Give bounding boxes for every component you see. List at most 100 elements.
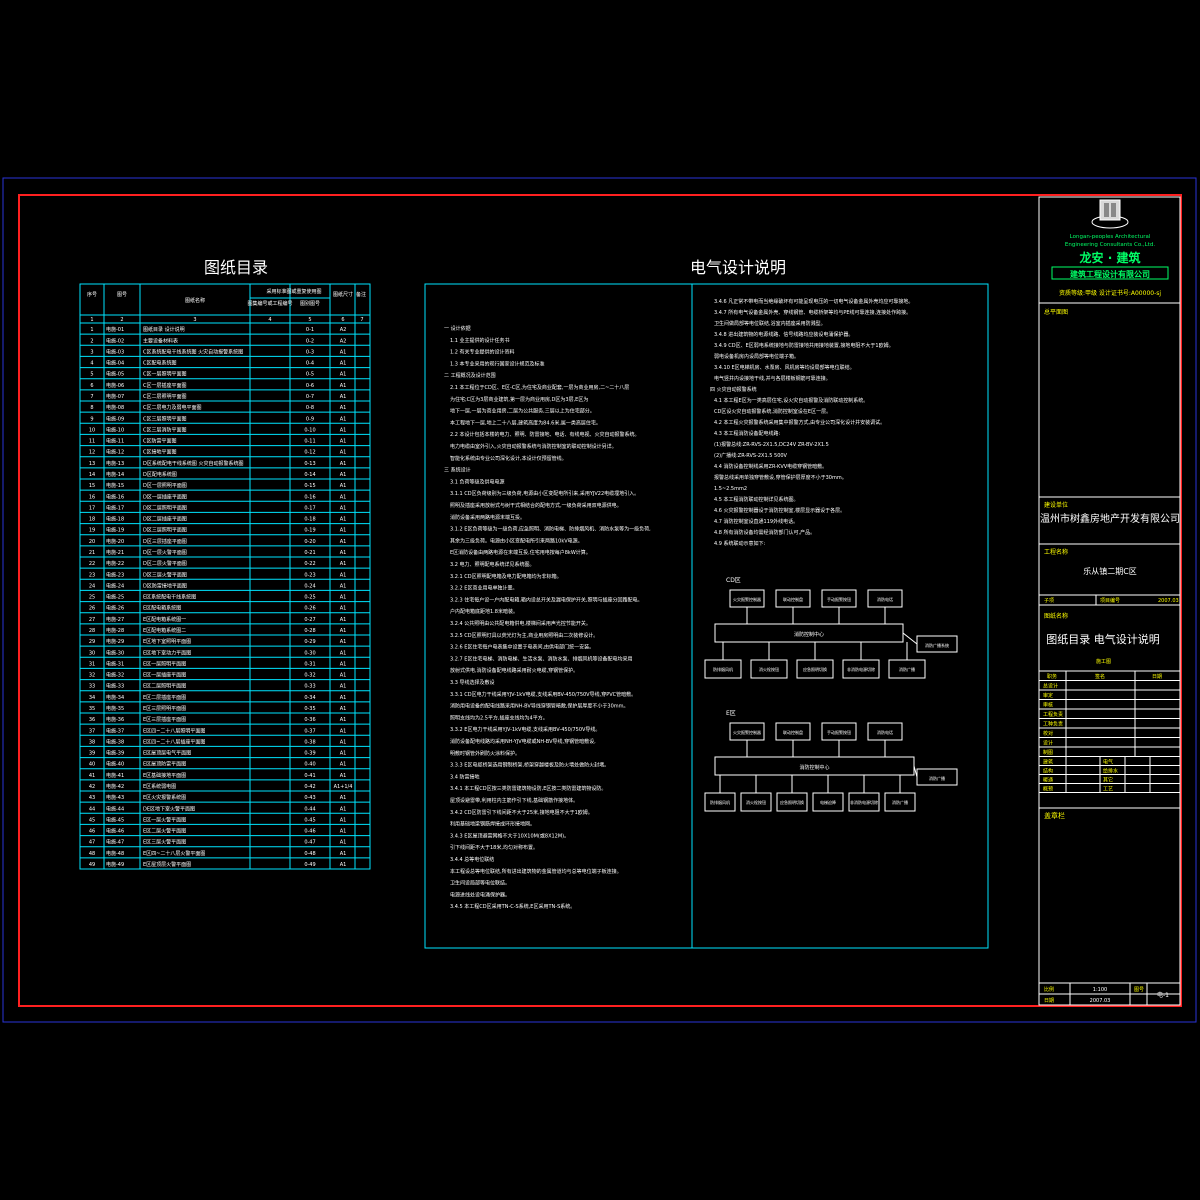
row-seq: 9 xyxy=(90,416,93,422)
spec-paragraph: 3.4.2 CD区防雷引下线间距不大于25米,接地电阻不大于1欧姆。 xyxy=(450,809,593,816)
row-name: D区二层照明平面图 xyxy=(143,505,187,511)
diagram-box-label: 消防广播 xyxy=(892,799,908,805)
row-ref: 0-15 xyxy=(304,483,315,489)
client-name: 温州市树鑫房地产开发有限公司 xyxy=(1040,512,1180,525)
catalog-index-cell: 6 xyxy=(341,317,344,323)
spec-paragraph: 4.4 消防设备控制线采用ZR-KVV电缆穿钢管暗敷。 xyxy=(714,463,827,470)
row-seq: 1 xyxy=(90,327,93,333)
row-ref: 0-28 xyxy=(304,628,315,634)
row-drawing-no: 电施-10 xyxy=(106,426,124,433)
row-name: E区二层插座平面图 xyxy=(143,694,186,701)
row-drawing-no: 电施-02 xyxy=(106,337,124,344)
row-size: A1 xyxy=(340,427,347,433)
row-name: E区地下室动力平面图 xyxy=(143,649,191,656)
row-name: E区三层照明平面图 xyxy=(143,706,186,712)
spec-paragraph: 4.9 系统联动示意如下: xyxy=(714,540,766,547)
drawing-label: 图纸名称 xyxy=(1044,612,1068,620)
row-drawing-no: 电施-31 xyxy=(106,660,124,667)
spec-heading: 四 火灾自动报警系统 xyxy=(710,386,757,393)
row-seq: 43 xyxy=(89,795,95,801)
spec-heading: 三 系统设计 xyxy=(444,467,471,474)
row-size: A1 xyxy=(340,450,347,456)
spec-paragraph: 其余为三级负荷。电源由小区变配电所引来两路10kV电源。 xyxy=(450,537,583,544)
row-size: A1 xyxy=(340,483,347,489)
row-size: A1 xyxy=(340,349,347,355)
row-drawing-no: 电施-14 xyxy=(106,471,124,478)
spec-title: 电气设计说明 xyxy=(690,258,786,277)
row-seq: 15 xyxy=(89,483,95,489)
row-seq: 13 xyxy=(89,461,95,467)
col-std-no-header: 图别图号 xyxy=(300,300,320,307)
catalog-title: 图纸目录 xyxy=(204,258,268,277)
diagram-box-label: 非消防电源切除 xyxy=(847,666,875,672)
role-header-cell: 签名 xyxy=(1095,673,1105,680)
row-seq: 48 xyxy=(89,851,95,857)
row-drawing-no: 电施-37 xyxy=(106,727,124,734)
logo-window-icon xyxy=(1104,203,1109,217)
row-ref: 0-44 xyxy=(304,806,315,812)
spec-paragraph: 放射式供电,消防设备配电线路采用耐火电缆,穿钢管保护。 xyxy=(450,667,578,674)
row-seq: 28 xyxy=(89,628,95,634)
row-ref: 0-46 xyxy=(304,829,315,835)
row-size: A1 xyxy=(340,617,347,623)
drawing-sheet: 图纸目录 序号 图号 图纸名称 采用标准图或重复使用图 图集编号或工程编号 图别… xyxy=(0,0,1200,1200)
catalog-index-cell: 7 xyxy=(360,317,363,323)
row-name: E区屋顶层火警平面图 xyxy=(143,861,191,868)
spec-paragraph: 3.1.2 E区负荷等级为一级负荷,应急照明、消防电梯、防排烟风机、消防水泵等为… xyxy=(450,526,651,533)
spec-paragraph: 户内配电箱底距地1.8米暗装。 xyxy=(450,608,518,615)
role-name: 制图 xyxy=(1043,749,1053,756)
spec-paragraph: 4.7 消防控制室设直通119外线电话。 xyxy=(714,518,798,525)
row-seq: 37 xyxy=(89,728,95,734)
row-name: C区二层电力及弱电平面图 xyxy=(143,404,202,411)
spec-paragraph: (2)广播线:ZR-RVS-2X1.5 500V xyxy=(714,452,788,459)
row-name: E区一层照明平面图 xyxy=(143,661,186,667)
discipline-name: 给排水 xyxy=(1103,768,1118,775)
spec-paragraph: 3.2.1 CD区照明配电箱及电力配电箱均为非标箱。 xyxy=(450,573,562,580)
row-size: A1 xyxy=(340,361,347,367)
spec-paragraph: 3.4 防雷接地 xyxy=(450,773,480,780)
row-seq: 2 xyxy=(90,338,93,344)
diagram-label: E区 xyxy=(726,710,736,717)
catalog-index-cell: 3 xyxy=(193,317,196,323)
spec-paragraph: 1.2 有关专业提供的设计资料 xyxy=(450,349,515,356)
row-seq: 33 xyxy=(89,684,95,690)
row-ref: 0-36 xyxy=(304,717,315,723)
certificate-line: 资质等级:甲级 设计证书号:A00000-sj xyxy=(1059,289,1161,297)
row-drawing-no: 电施-03 xyxy=(106,348,124,355)
date-label: 日期 xyxy=(1044,998,1054,1004)
sheet-value: 电-1 xyxy=(1157,991,1169,999)
discipline-name: 建筑 xyxy=(1043,759,1053,766)
row-ref: 0-35 xyxy=(304,706,315,712)
row-size: A2 xyxy=(340,327,347,333)
row-ref: 0-29 xyxy=(304,639,315,645)
date-value: 2007.03 xyxy=(1090,998,1111,1004)
row-drawing-no: 电施-45 xyxy=(106,816,124,823)
row-ref: 0-14 xyxy=(304,472,315,478)
row-drawing-no: 电施-29 xyxy=(106,638,124,645)
catalog-index-cell: 1 xyxy=(90,317,93,323)
row-drawing-no: 电施-22 xyxy=(106,560,124,567)
row-drawing-no: 电施-43 xyxy=(106,794,124,801)
row-seq: 14 xyxy=(89,472,95,478)
spec-paragraph: 1.1 业主提供的设计任务书 xyxy=(450,337,510,344)
row-seq: 34 xyxy=(89,695,95,701)
spec-paragraph: 3.4.10 E区电梯机房、水泵房、风机房等均设局部等电位联结。 xyxy=(714,364,855,371)
row-seq: 3 xyxy=(90,349,93,355)
spec-paragraph: 屋顶设避雷带,利用柱内主筋作引下线,基础钢筋作接地体。 xyxy=(450,797,578,804)
spec-paragraph: 为住宅;C区为3层商业建筑,第一层为商业用房,D区为3层,E区为 xyxy=(450,396,588,403)
row-size: A1 xyxy=(340,650,347,656)
row-seq: 7 xyxy=(90,394,93,400)
spec-paragraph: 3.3 导线选择及敷设 xyxy=(450,679,495,686)
role-name: 设计 xyxy=(1043,740,1053,747)
row-seq: 39 xyxy=(89,751,95,757)
row-drawing-no: 电施-08 xyxy=(106,404,124,411)
row-name: E区二层火警平面图 xyxy=(143,828,186,835)
company-en-line-1: Longan-peoples Architectural xyxy=(1070,234,1151,240)
row-name: E区四~二十八层照明平面图 xyxy=(143,727,205,734)
discipline-name: 结构 xyxy=(1043,768,1053,775)
row-size: A1 xyxy=(340,762,347,768)
col-note-header: 备注 xyxy=(356,291,366,298)
row-drawing-no: 电施-26 xyxy=(106,605,124,612)
spec-paragraph: 4.5 本工程消防联动控制详见系统图。 xyxy=(714,496,799,503)
row-drawing-no: 电施-44 xyxy=(106,805,124,812)
